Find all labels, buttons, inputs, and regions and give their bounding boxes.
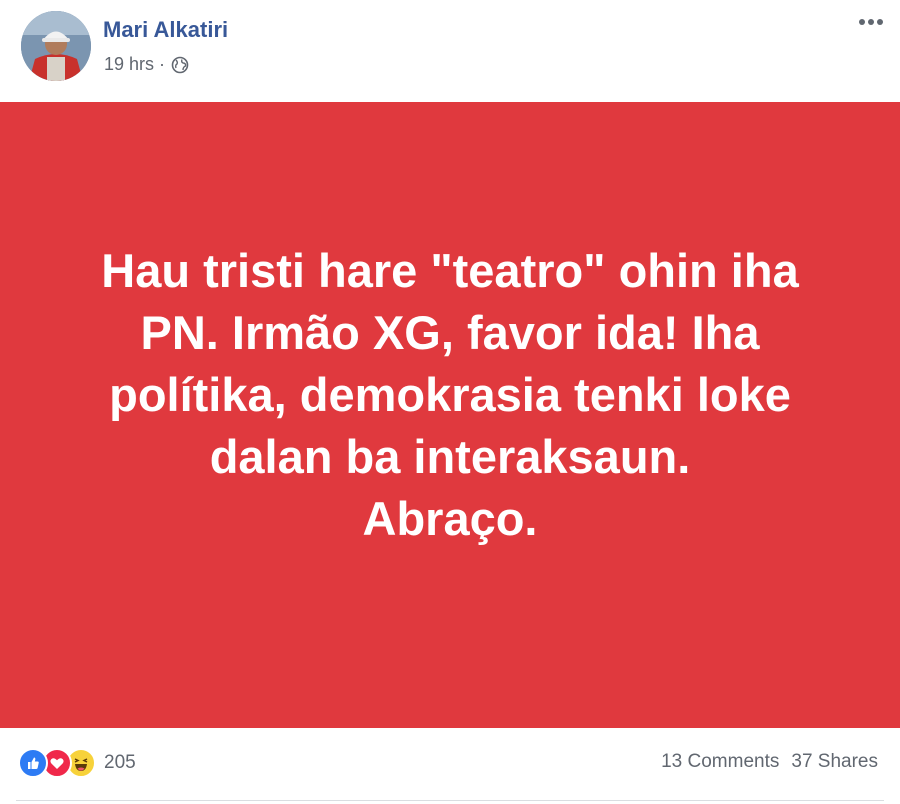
like-icon <box>18 748 48 778</box>
post-meta: 19 hrs · <box>104 54 189 75</box>
avatar[interactable] <box>21 11 91 81</box>
post-footer: 205 13 Comments 37 Shares <box>0 728 900 800</box>
post-timestamp[interactable]: 19 hrs <box>104 54 154 75</box>
avatar-image <box>21 11 91 81</box>
post-header: Mari Alkatiri 19 hrs · <box>0 0 900 102</box>
reactions-summary[interactable]: 205 <box>18 748 136 778</box>
post-text: Hau tristi hare "teatro" ohin iha PN. Ir… <box>101 244 799 545</box>
globe-icon[interactable] <box>171 56 189 74</box>
author-name[interactable]: Mari Alkatiri <box>103 17 228 43</box>
engagement-counts: 13 Comments 37 Shares <box>661 751 878 773</box>
more-horizontal-icon[interactable] <box>856 10 886 34</box>
footer-divider <box>16 800 884 801</box>
reaction-count: 205 <box>104 752 136 773</box>
meta-separator: · <box>159 54 166 74</box>
text-post-background: Hau tristi hare "teatro" ohin iha PN. Ir… <box>0 102 900 728</box>
comments-count-link[interactable]: 13 Comments <box>661 751 779 773</box>
shares-count-link[interactable]: 37 Shares <box>791 751 878 773</box>
